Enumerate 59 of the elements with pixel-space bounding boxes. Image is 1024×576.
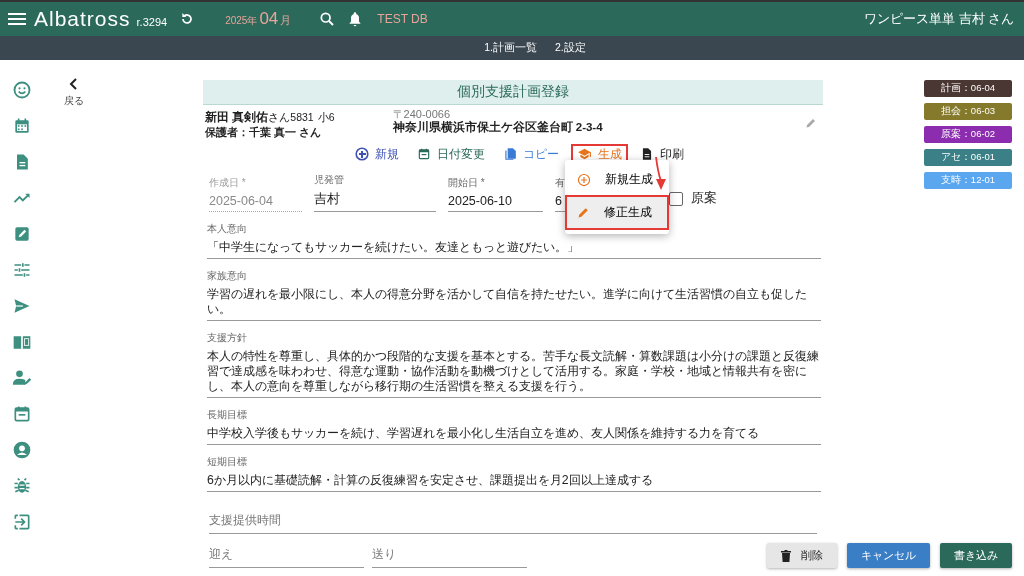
text-area[interactable]: 本人意向 「中学生になってもサッカーを続けたい。友達ともっと遊びたい。」 — [207, 222, 821, 259]
calendar-icon[interactable] — [12, 404, 32, 424]
date-field[interactable]: 児発管 吉村 — [314, 173, 436, 212]
child-name: 新田 真剣佑 — [205, 110, 269, 124]
cancel-button[interactable]: キャンセル — [847, 543, 930, 568]
nav-link[interactable]: 2.設定 — [555, 41, 586, 55]
person-edit-icon[interactable] — [12, 368, 32, 388]
date-field[interactable]: 有 6 — [555, 176, 567, 212]
checkbox-label: 原案 — [691, 190, 717, 207]
search-icon[interactable] — [319, 11, 336, 27]
revision-number: r.3294 — [136, 16, 168, 28]
menu-icon[interactable] — [8, 12, 26, 26]
sliders-icon[interactable] — [12, 260, 32, 280]
checkbox[interactable] — [669, 191, 683, 206]
login-icon[interactable] — [12, 512, 32, 532]
honorific: さん — [268, 111, 291, 123]
menu-item[interactable]: 修正生成 — [565, 195, 669, 230]
history-tag[interactable]: 原案：06-02 — [924, 126, 1012, 143]
grade-label: 小6 — [317, 111, 335, 123]
chevron-left-icon — [69, 78, 79, 90]
child-id: 5831 — [290, 111, 314, 123]
pencil-icon — [577, 206, 590, 219]
text-area[interactable]: 家族意向 学習の遅れを最小限にし、本人の得意分野を活かして自信を持たせたい。進学に向けて生活習慣の自立も促したい。 — [207, 269, 821, 321]
date-field[interactable]: 開始日 * 2025-06-10 — [448, 176, 543, 212]
app-logo: Albatross — [34, 7, 131, 31]
user-name[interactable]: ワンピース単単 吉村 さん — [864, 10, 1014, 28]
input-field[interactable]: 支援提供時間 — [209, 512, 817, 534]
text-area[interactable]: 支援方針 本人の特性を尊重し、具体的かつ段階的な支援を基本とする。苦手な長文読解・算数課題は小分けの課題と反復練習で達成感を味わわせ、得意な運動・協作活動を動機づけとして活用する。家庭・学校・地域と情報共有を密にし、本人の意向を尊重しながら移行期の生活習慣を整える支援を行う。 — [207, 331, 821, 398]
back-link[interactable]: 戻る — [64, 78, 84, 108]
calendar-icon[interactable] — [12, 116, 32, 136]
text-area[interactable]: 長期目標 中学校入学後もサッカーを続け、学習遅れを最小化し生活自立を進め、友人関係を維持する力を育てる — [207, 408, 821, 445]
year-label: 2025年 — [225, 14, 258, 28]
save-button[interactable]: 書き込み — [940, 543, 1012, 568]
plus-circle-icon — [577, 172, 591, 187]
history-tag[interactable]: 担会：06-03 — [924, 103, 1012, 120]
nav-link[interactable]: 1.計画一覧 — [484, 41, 537, 55]
guardian-name: 保護者：千葉 真一 さん — [205, 126, 322, 140]
month-unit: 月 — [280, 13, 292, 28]
delete-button[interactable]: 削除 — [767, 543, 837, 568]
history-tag[interactable]: アセ：06-01 — [924, 149, 1012, 166]
pencil-icon[interactable] — [805, 117, 817, 129]
text-area[interactable]: 短期目標 6か月以内に基礎読解・計算の反復練習を安定させ、課題提出を月2回以上達成する — [207, 455, 821, 492]
smiley-icon[interactable] — [12, 80, 32, 100]
toolbar-button[interactable]: 日付変更 — [411, 143, 491, 165]
postal-code: 〒240-0066 — [392, 109, 452, 120]
trash-icon — [781, 549, 791, 562]
history-tag[interactable]: 計画：06-04 — [924, 80, 1012, 97]
toolbar-button[interactable]: コピー — [497, 143, 565, 165]
toolbar-button[interactable]: 新規 — [349, 143, 405, 165]
account-icon[interactable] — [12, 440, 32, 460]
database-name: TEST DB — [377, 12, 428, 26]
edit-icon[interactable] — [12, 224, 32, 244]
toolbar-button[interactable]: 印刷 — [634, 143, 690, 165]
menu-item[interactable]: 新規生成 — [565, 164, 669, 195]
form-title: 個別支援計画登録 — [203, 80, 823, 105]
address-text: 神奈川県横浜市保土ケ谷区釜台町 2-3-4 — [392, 120, 603, 135]
input-field[interactable]: 迎え — [209, 546, 364, 568]
bug-icon[interactable] — [12, 476, 32, 496]
input-field[interactable]: 送り — [372, 546, 527, 568]
